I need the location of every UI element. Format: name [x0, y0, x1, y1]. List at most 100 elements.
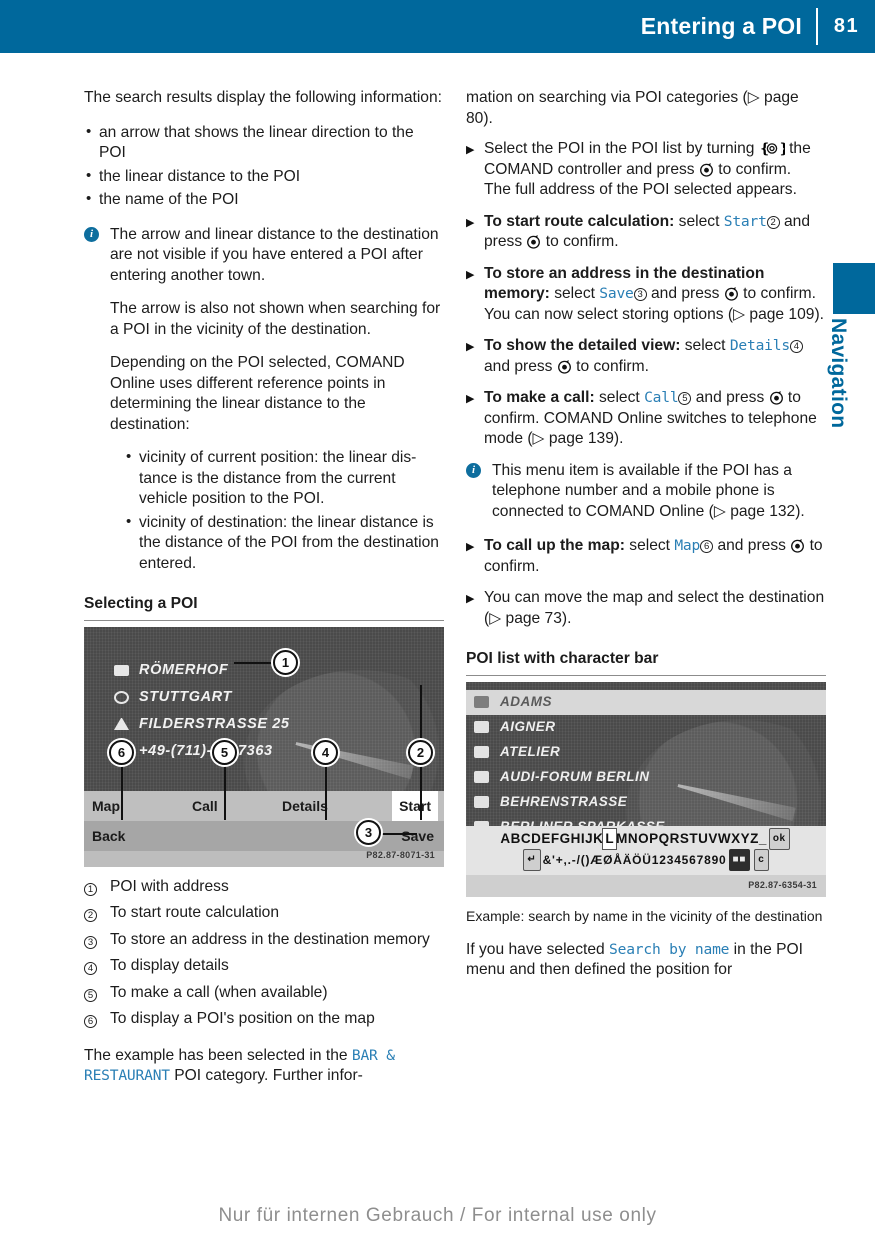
list-item: the name of the POI	[84, 189, 444, 211]
closing-paragraph: If you have selected Search by name in t…	[466, 940, 826, 981]
page-title: Entering a POI	[640, 13, 802, 39]
svg-text:❴: ❴	[759, 141, 771, 156]
ui-term-save: Save	[599, 285, 634, 302]
character-row-letters[interactable]: ABCDEFGHIJK L MNOPQRSTUVWXYZ_ ok	[471, 827, 821, 851]
comand-menu-bar	[84, 790, 444, 821]
list-item: the linear distance to the POI	[84, 166, 444, 188]
list-item[interactable]: BEHRENSTRASSE	[466, 790, 826, 815]
legend-number: 5	[84, 983, 110, 1006]
clear-key[interactable]: c	[754, 848, 769, 872]
callout-2: 2	[408, 739, 433, 765]
symbols-and-digits[interactable]: &'+,.-/()ÆØÅÄÖÜ1234567890	[543, 850, 727, 871]
info-note: i This menu item is available if the POI…	[466, 461, 826, 523]
callout-3: 3	[356, 819, 381, 845]
note-paragraph: The arrow and linear distance to the des…	[110, 225, 439, 284]
step-text: Select the POI in the POI list by turnin…	[484, 140, 759, 157]
step-bold-label: To show the detailed view:	[484, 337, 681, 354]
menu-start-button[interactable]: Start	[392, 790, 438, 821]
step-text: and press	[691, 389, 769, 406]
letters-m-z[interactable]: MNOPQRSTUVWXYZ_	[616, 829, 767, 850]
chapter-tab-label: Navigation	[827, 318, 850, 429]
closing-text-pre: The example has been selected in the	[84, 1046, 352, 1064]
page-header-content: Entering a POI 81	[641, 0, 875, 53]
figure-legend: 1 POI with address 2 To start route calc…	[84, 877, 444, 1032]
callout-1: 1	[273, 649, 298, 675]
ok-key[interactable]: ok	[768, 827, 790, 851]
ui-term-start: Start	[723, 212, 767, 230]
step-text: to confirm.	[541, 233, 619, 250]
closing-paragraph: The example has been selected in the BAR…	[84, 1046, 444, 1087]
figure-poi-list: ADAMS AIGNER ATELIER AUDI-FORUM BERLIN B…	[466, 681, 826, 897]
step-text: select	[674, 212, 724, 230]
list-item[interactable]: AIGNER	[466, 715, 826, 740]
ui-term-call: Call	[644, 389, 679, 406]
info-note: i The arrow and linear distance to the d…	[84, 225, 444, 575]
note-paragraph: The arrow is also not shown when search­…	[110, 300, 441, 338]
menu-details-button[interactable]: Details	[282, 791, 328, 821]
list-item: vicinity of current position: the linear…	[124, 447, 444, 510]
step-text: to confirm.	[713, 160, 792, 178]
step-bold-label: To call up the map:	[484, 537, 625, 554]
page-header: Entering a POI 81	[0, 0, 875, 53]
left-column: The search results display the following…	[84, 88, 444, 1101]
reference-point-bullet-list: vicinity of current position: the linear…	[110, 447, 444, 574]
poi-category-icon	[474, 721, 489, 733]
ui-term-map: Map	[674, 537, 701, 554]
step-bold-label: To make a call:	[484, 389, 595, 406]
callout-ref: 6	[700, 540, 714, 553]
step-text: select	[549, 285, 600, 302]
menu-map-button[interactable]: Map	[92, 791, 120, 821]
restaurant-icon	[114, 664, 129, 676]
step-text: and press	[484, 357, 557, 375]
backspace-key[interactable]: ↵	[523, 848, 541, 872]
step-store-address: To store an address in the destination m…	[466, 264, 826, 326]
poi-street: FILDERSTRASSE 25	[139, 715, 290, 732]
letters-a-k[interactable]: ABCDEFGHIJK	[500, 829, 603, 850]
callout-5: 5	[212, 739, 237, 765]
legend-number: 4	[84, 956, 110, 979]
menu-call-button[interactable]: Call	[192, 791, 218, 821]
ui-term-details: Details	[729, 337, 790, 354]
list-item-label: AUDI-FORUM BERLIN	[500, 768, 650, 784]
legend-text: To display a POI's position on the map	[110, 1010, 375, 1027]
character-bar[interactable]: ABCDEFGHIJK L MNOPQRSTUVWXYZ_ ok ↵ &'+,.-/()…	[466, 825, 826, 875]
legend-number: 3	[84, 930, 110, 953]
continuation-paragraph: mation on searching via POI categories (…	[466, 89, 799, 127]
symbol-toggle-key[interactable]: ■■	[728, 848, 751, 872]
poi-name: RÖMERHOF	[139, 661, 229, 678]
poi-list: ADAMS AIGNER ATELIER AUDI-FORUM BERLIN B…	[466, 689, 826, 840]
poi-phone-row: ☎ +49-(711)-6407363	[114, 738, 290, 767]
comand-controller-press-icon	[790, 538, 805, 553]
poi-city: STUTTGART	[139, 688, 232, 705]
list-item[interactable]: ADAMS	[466, 689, 826, 715]
page-number: 81	[833, 15, 860, 37]
callout-4: 4	[313, 739, 338, 765]
menu-back-button[interactable]: Back	[92, 821, 125, 851]
section-heading-poi-list-character-bar: POI list with character bar	[466, 649, 826, 676]
step-text: select	[680, 337, 730, 354]
legend-item: 5 To make a call (when available)	[84, 983, 444, 1006]
comand-screen-poi-list: ADAMS AIGNER ATELIER AUDI-FORUM BERLIN B…	[466, 681, 826, 897]
search-results-bullet-list: an arrow that shows the linear direction…	[84, 122, 444, 211]
figure-caption: Example: search by name in the vicinity …	[466, 907, 823, 924]
svg-text:❵: ❵	[778, 141, 785, 156]
legend-number: 6	[84, 1009, 110, 1032]
note-paragraph: This menu item is available if the POI h…	[492, 461, 805, 520]
street-icon	[114, 718, 129, 730]
closing-text-post: POI category. Further infor-	[169, 1067, 363, 1084]
step-result-text: The full address of the POI selected app…	[484, 181, 797, 198]
list-item[interactable]: ATELIER	[466, 740, 826, 765]
character-row-symbols[interactable]: ↵ &'+,.-/()ÆØÅÄÖÜ1234567890 ■■ c	[471, 848, 821, 872]
poi-category-icon	[474, 796, 489, 808]
selected-character[interactable]: L	[602, 827, 618, 851]
list-item: an arrow that shows the linear direction…	[84, 122, 444, 164]
comand-controller-rotate-icon: ❴❵	[759, 141, 790, 157]
poi-category-icon	[474, 746, 489, 758]
legend-number: 1	[84, 877, 110, 900]
comand-controller-press-icon	[526, 234, 541, 249]
section-heading-selecting-a-poi: Selecting a POI	[84, 594, 444, 621]
comand-controller-press-icon	[724, 286, 739, 301]
list-item[interactable]: AUDI-FORUM BERLIN	[466, 765, 826, 790]
step-text: and press	[713, 537, 791, 554]
page-footer: Nur für internen Gebrauch / For internal…	[218, 1205, 657, 1226]
